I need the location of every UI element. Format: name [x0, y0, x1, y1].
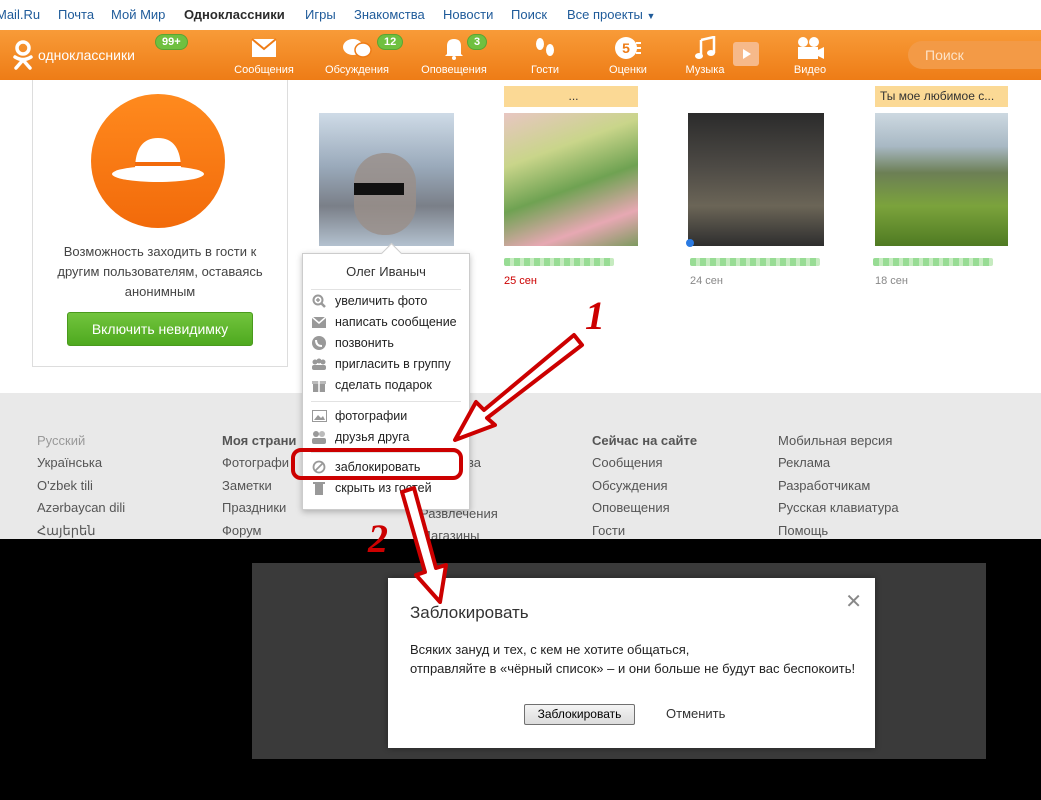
- arrow-step-1: [453, 333, 584, 442]
- annotation-arrows: [400, 333, 584, 604]
- step-number-1: 1: [585, 293, 605, 338]
- step-number-2: 2: [368, 516, 388, 561]
- arrow-step-2: [400, 486, 448, 604]
